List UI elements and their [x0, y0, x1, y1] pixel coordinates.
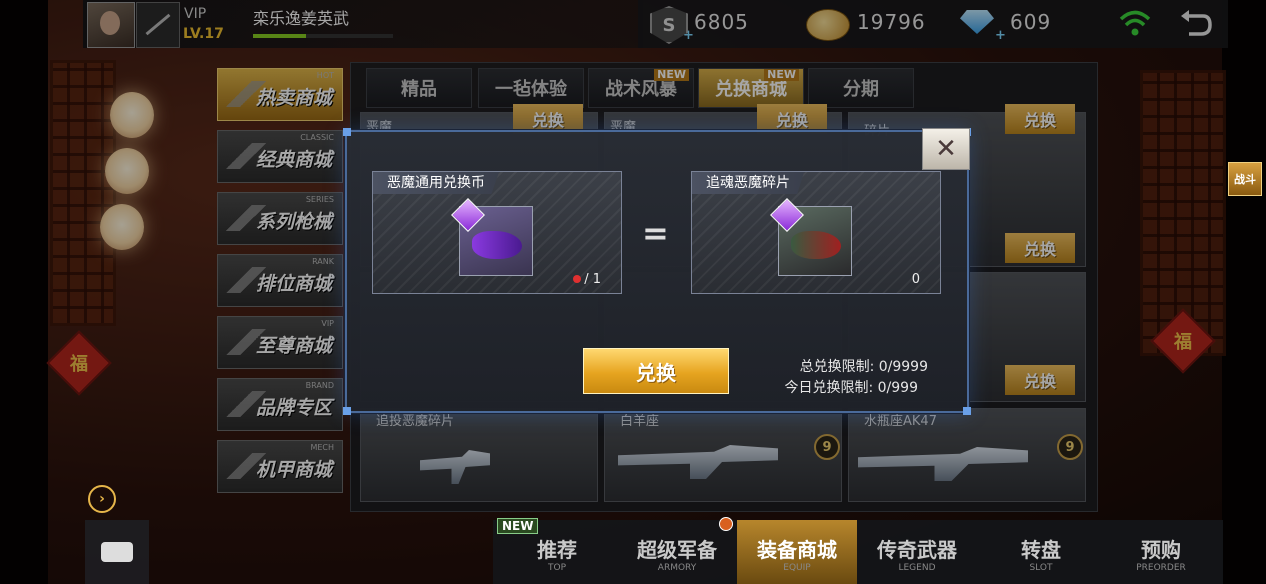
demon-fragment-icon — [770, 198, 852, 276]
notification-dot — [719, 517, 733, 531]
bottom-nav-legend[interactable]: 传奇武器 LEGEND — [857, 520, 977, 584]
total-exchange-limit: 总兑换限制: 0/9999 — [799, 359, 928, 375]
bottom-nav-sub: LEGEND — [898, 563, 936, 573]
close-icon: ✕ — [935, 134, 957, 164]
bottom-nav-sub: EQUIP — [783, 563, 811, 573]
modal-corner — [963, 407, 971, 415]
red-dot-icon — [573, 275, 582, 283]
bottom-nav-label: 预购 — [1141, 538, 1181, 562]
demon-coin-icon — [451, 198, 533, 276]
battle-tag[interactable]: 战斗 — [1228, 162, 1262, 196]
bottom-nav-equip[interactable]: 装备商城 EQUIP — [737, 520, 857, 584]
source-item-title: 恶魔通用兑换币 — [373, 172, 499, 194]
bottom-nav-preorder[interactable]: 预购 PREORDER — [1101, 520, 1221, 584]
demon-blob — [791, 231, 841, 259]
bottom-nav-sub: ARMORY — [657, 563, 697, 573]
bottom-nav-sub: TOP — [547, 563, 566, 573]
gem-icon — [770, 198, 804, 232]
bottom-nav-slot[interactable]: 转盘 SLOT — [981, 520, 1101, 584]
source-item-count: / 1 — [573, 272, 601, 287]
target-item-box: 追魂恶魔碎片 0 — [691, 171, 941, 294]
target-item-title: 追魂恶魔碎片 — [692, 172, 804, 194]
source-item-box: 恶魔通用兑换币 / 1 — [372, 171, 622, 294]
bottom-nav-armory[interactable]: 超级军备 ARMORY — [617, 520, 737, 584]
bottom-nav-sub: PREORDER — [1136, 563, 1186, 573]
daily-exchange-limit: 今日兑换限制: 0/999 — [784, 380, 918, 396]
demon-blob — [472, 231, 522, 259]
bottom-nav-sub: SLOT — [1029, 563, 1053, 573]
bottom-nav-label: 转盘 — [1021, 538, 1061, 562]
target-item-count: 0 — [911, 272, 920, 287]
bottom-nav-label: 装备商城 — [757, 538, 837, 562]
equals-icon: = — [642, 214, 669, 252]
modal-corner — [343, 407, 351, 415]
new-badge: NEW — [497, 518, 539, 534]
chat-icon — [101, 542, 133, 562]
modal-corner — [343, 128, 351, 136]
close-button[interactable]: ✕ — [922, 128, 970, 170]
expand-arrow-icon[interactable]: › — [88, 485, 116, 513]
gem-icon — [451, 198, 485, 232]
chat-button[interactable] — [85, 520, 149, 584]
bottom-nav-label: 传奇武器 — [877, 538, 957, 562]
bottom-nav-label: 推荐 — [537, 538, 577, 562]
bottom-nav-label: 超级军备 — [637, 538, 717, 562]
